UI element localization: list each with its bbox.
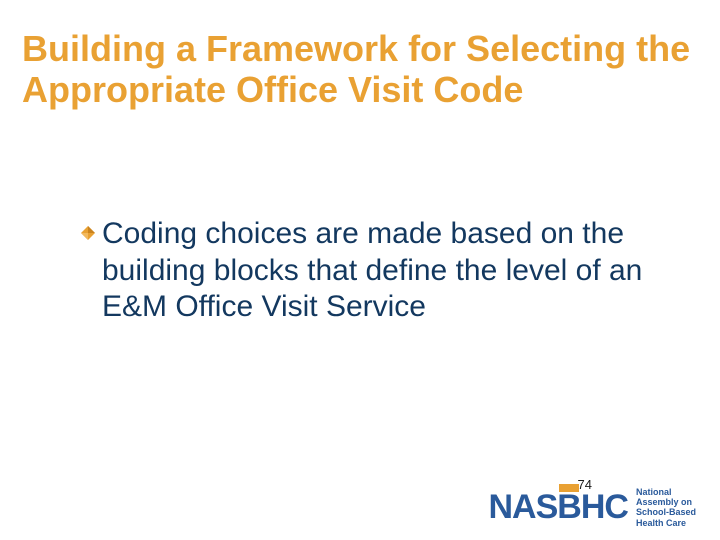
logo-letter: C xyxy=(604,488,628,526)
logo: NASBHC National Assembly on School-Based… xyxy=(488,487,696,528)
body-area: Coding choices are made based on the bui… xyxy=(80,216,660,326)
logo-tagline-line: National xyxy=(636,487,696,497)
logo-letter: S xyxy=(536,488,558,526)
logo-letter: A xyxy=(512,488,536,526)
logo-letter-accent: B xyxy=(557,490,581,524)
logo-letter: N xyxy=(488,488,512,526)
logo-tagline-line: School-Based xyxy=(636,507,696,517)
logo-tagline: National Assembly on School-Based Health… xyxy=(636,487,696,528)
logo-letter: H xyxy=(581,488,605,526)
logo-tagline-line: Assembly on xyxy=(636,497,696,507)
bullet-item: Coding choices are made based on the bui… xyxy=(80,216,660,326)
footer: 74 NASBHC National Assembly on School-Ba… xyxy=(0,468,720,528)
bullet-text: Coding choices are made based on the bui… xyxy=(102,216,660,326)
diamond-bullet-icon xyxy=(80,225,96,246)
logo-wordmark: NASBHC xyxy=(488,490,628,524)
slide-title: Building a Framework for Selecting the A… xyxy=(22,28,698,111)
logo-tagline-line: Health Care xyxy=(636,518,696,528)
slide: Building a Framework for Selecting the A… xyxy=(0,0,720,540)
